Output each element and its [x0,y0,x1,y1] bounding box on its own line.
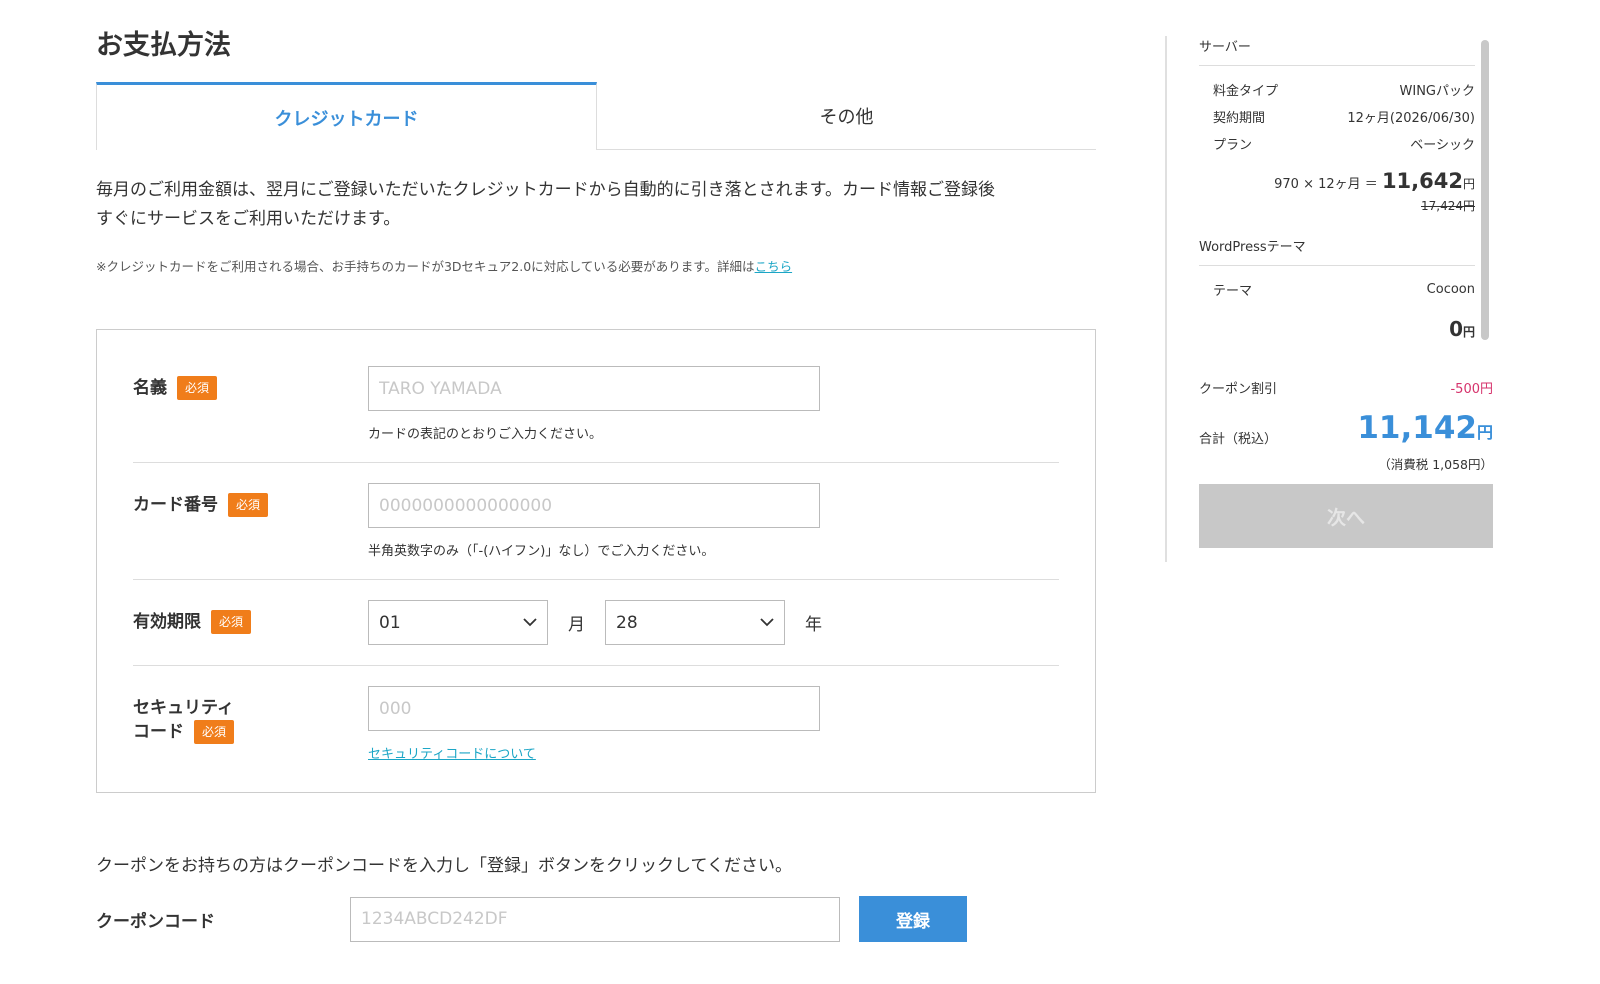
summary-key: 料金タイプ [1213,84,1279,99]
cardholder-name-input[interactable] [368,366,820,412]
total-row: 合計（税込） 11,142円 [1199,408,1493,448]
yen-unit: 円 [1476,422,1493,442]
scrollbar[interactable] [1481,40,1489,340]
expiry-month-value: 01 [379,612,401,633]
main-content: お支払方法 クレジットカード その他 毎月のご利用金額は、翌月にご登録いただいた… [96,30,1096,943]
tax-amount: （消費税 1,058円） [1378,457,1493,472]
summary-key: プラン [1213,138,1253,153]
field-label: 名義 必須 [133,366,368,442]
details-link[interactable]: こちら [755,259,793,274]
summary-key: 契約期間 [1213,111,1266,126]
server-section-title: サーバー [1199,36,1475,66]
yen-unit: 円 [1462,177,1475,191]
security-code-info-link[interactable]: セキュリティコードについて [368,743,536,762]
coupon-discount-row: クーポン割引 -500円 [1199,378,1493,397]
summary-value: ベーシック [1410,138,1475,153]
summary-row: 契約期間 12ヶ月(2026/06/30) [1199,103,1475,130]
summary-value: 12ヶ月(2026/06/30) [1347,111,1475,126]
chevron-down-icon [523,618,537,627]
next-button[interactable]: 次へ [1199,484,1493,548]
form-row-card-number: カード番号 必須 半角英数字のみ（「-(ハイフン)」なし）でご入力ください。 [133,463,1059,581]
name-help-text: カードの表記のとおりご入力ください。 [368,427,603,443]
summary-key: テーマ [1213,284,1253,299]
month-unit: 月 [568,615,585,636]
page-title: お支払方法 [96,30,231,61]
expiry-year-select[interactable]: 28 [605,600,785,646]
description-line2: すぐにサービスをご利用いただけます。 [96,209,401,230]
security-label-line2: コード [133,722,184,743]
summary-row: プラン ベーシック [1199,130,1475,157]
expiry-label: 有効期限 [133,612,201,633]
coupon-label: クーポンコード [96,911,215,932]
card-number-label: カード番号 [133,495,218,516]
required-badge: 必須 [194,720,235,745]
discount-label: クーポン割引 [1199,382,1278,397]
summary-value: WINGパック [1399,84,1476,99]
required-badge: 必須 [211,610,252,635]
server-price-value: 11,642 [1381,169,1463,193]
3d-secure-note: ※クレジットカードをご利用される場合、お手持ちのカードが3Dセキュア2.0に対応… [96,256,1096,275]
expiry-month-select[interactable]: 01 [368,600,548,646]
chevron-down-icon [760,618,774,627]
form-row-expiry: 有効期限 必須 01 月 28 年 [133,580,1059,667]
tab-credit-card[interactable]: クレジットカード [96,82,597,151]
theme-section-title: WordPressテーマ [1199,236,1475,266]
field-label: セキュリティ コード 必須 [133,686,368,762]
original-price: 17,424円 [1421,199,1475,213]
theme-price: 0円 [1199,317,1475,341]
card-number-input[interactable] [368,483,820,529]
price-formula: 970 × 12ヶ月 ＝ [1274,177,1378,192]
discount-value: -500円 [1450,382,1493,397]
year-unit: 年 [805,615,822,636]
form-row-name: 名義 必須 カードの表記のとおりご入力ください。 [133,346,1059,464]
theme-price-value: 0 [1449,317,1463,341]
payment-tabs: クレジットカード その他 [96,82,1096,151]
coupon-register-button[interactable]: 登録 [859,896,967,943]
total-amount: 11,142円 [1357,410,1493,446]
field-label: カード番号 必須 [133,483,368,559]
form-row-security-code: セキュリティ コード 必須 セキュリティコードについて [133,666,1059,782]
card-number-help-text: 半角英数字のみ（「-(ハイフン)」なし）でご入力ください。 [368,544,715,560]
yen-unit: 円 [1462,325,1475,339]
coupon-instruction: クーポンをお持ちの方はクーポンコードを入力し「登録」ボタンをクリックしてください… [96,856,792,877]
summary-row: 料金タイプ WINGパック [1199,76,1475,103]
security-code-input[interactable] [368,686,820,732]
order-summary-sidebar: サーバー 料金タイプ WINGパック 契約期間 12ヶ月(2026/06/30)… [1165,36,1495,562]
total-label: 合計（税込） [1199,432,1278,447]
description: 毎月のご利用金額は、翌月にご登録いただいたクレジットカードから自動的に引き落とさ… [96,176,1096,234]
security-label-line1: セキュリティ [133,698,234,719]
summary-scroll-area[interactable]: サーバー 料金タイプ WINGパック 契約期間 12ヶ月(2026/06/30)… [1199,36,1475,358]
coupon-row: クーポンコード 登録 [96,896,1096,943]
required-badge: 必須 [177,376,218,401]
total-value: 11,142 [1357,409,1477,446]
note-text: ※クレジットカードをご利用される場合、お手持ちのカードが3Dセキュア2.0に対応… [96,259,755,275]
summary-row: テーマ Cocoon [1199,276,1475,303]
expiry-year-value: 28 [616,612,638,633]
card-form: 名義 必須 カードの表記のとおりご入力ください。 カード番号 必須 半角英数字の… [96,329,1096,794]
name-label: 名義 [133,378,167,399]
field-label: 有効期限 必須 [133,600,368,645]
server-price: 970 × 12ヶ月 ＝ 11,642円 [1199,169,1475,193]
coupon-code-input[interactable] [350,896,840,942]
required-badge: 必須 [228,493,269,518]
description-line1: 毎月のご利用金額は、翌月にご登録いただいたクレジットカードから自動的に引き落とさ… [96,180,995,201]
tab-other[interactable]: その他 [597,82,1096,149]
summary-value: Cocoon [1426,282,1475,297]
